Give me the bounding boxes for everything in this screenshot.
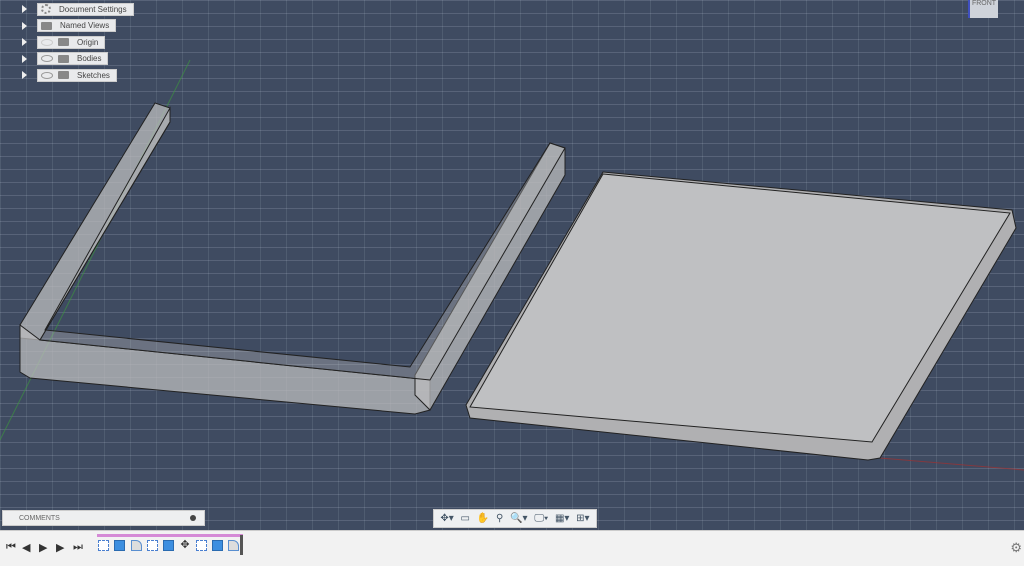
timeline-feature-extrude-icon[interactable] [163,540,175,551]
timeline-feature-extrude-icon[interactable] [114,540,126,551]
browser-item-label: Sketches [77,70,110,80]
model-scene[interactable] [0,0,1024,530]
step-back-button[interactable]: ◀ [22,541,30,554]
go-to-start-button[interactable]: ⏮ [6,541,16,554]
timeline-feature-sketch-icon[interactable] [195,540,207,551]
eye-hidden-icon[interactable] [41,38,53,46]
browser-item-label: Bodies [77,54,102,64]
viewcube-face-label: FRONT [971,0,997,7]
zoom-window-icon[interactable]: ⚲ [496,513,503,524]
gear-icon [41,4,51,15]
browser-item-bodies[interactable]: Bodies [22,51,134,68]
plate-body[interactable] [465,171,1017,461]
expand-arrow-icon[interactable] [22,54,27,63]
expand-arrow-icon[interactable] [22,5,27,14]
folder-icon [41,21,52,30]
timeline-progress-bar [97,534,243,537]
timeline-feature-sketch-icon[interactable] [98,540,109,551]
timeline-feature-fillet-icon[interactable] [130,540,142,551]
play-button[interactable]: ▶ [39,541,47,554]
navigation-toolbar: ✥▾ ▭ ✋ ⚲ 🔍▾ 🖵▾ ▦▾ ⊞▾ [433,509,597,528]
expand-arrow-icon[interactable] [22,21,27,30]
eye-icon[interactable] [41,71,53,79]
u-frame-body[interactable] [19,102,566,415]
browser-item-label: Origin [77,37,99,47]
browser-item-sketches[interactable]: Sketches [22,67,134,84]
timeline: ⏮ ◀ ▶ ▶ ⏭ ✥ ⚙ [0,530,1024,566]
pan-icon[interactable]: ✋ [477,513,489,524]
fit-icon[interactable]: 🔍▾ [510,513,527,524]
display-settings-icon[interactable]: 🖵▾ [534,513,548,524]
step-forward-button[interactable]: ▶ [56,541,64,554]
add-comment-icon[interactable] [190,515,196,521]
viewports-icon[interactable]: ⊞▾ [576,513,589,524]
timeline-marker[interactable] [240,535,243,555]
gear-icon[interactable]: ⚙ [1010,540,1022,556]
timeline-feature-extrude-icon[interactable] [212,540,224,551]
browser-panel: Document Settings Named Views Origin Bod… [22,1,134,84]
browser-item-origin[interactable]: Origin [22,34,134,51]
folder-icon [58,71,69,80]
comments-panel[interactable]: COMMENTS [2,510,205,526]
timeline-feature-sketch-icon[interactable] [146,540,158,551]
timeline-feature-move-icon[interactable]: ✥ [180,540,191,551]
eye-icon[interactable] [41,55,53,63]
look-at-icon[interactable]: ▭ [461,513,470,524]
grid-settings-icon[interactable]: ▦▾ [555,513,569,524]
comments-label: COMMENTS [19,514,60,522]
go-to-end-button[interactable]: ⏭ [73,541,83,554]
expand-arrow-icon[interactable] [22,71,27,80]
viewcube[interactable]: FRONT [968,0,998,18]
expand-arrow-icon[interactable] [22,38,27,47]
browser-item-label: Document Settings [59,4,127,14]
folder-icon [58,54,69,63]
browser-item-document-settings[interactable]: Document Settings [22,1,134,18]
canvas-viewport[interactable] [0,0,1024,530]
x-axis-line [879,457,1024,471]
browser-item-label: Named Views [60,21,110,31]
orbit-icon[interactable]: ✥▾ [440,513,453,524]
timeline-feature-fillet-icon[interactable] [228,540,240,551]
browser-item-named-views[interactable]: Named Views [22,18,134,35]
folder-icon [58,38,69,47]
